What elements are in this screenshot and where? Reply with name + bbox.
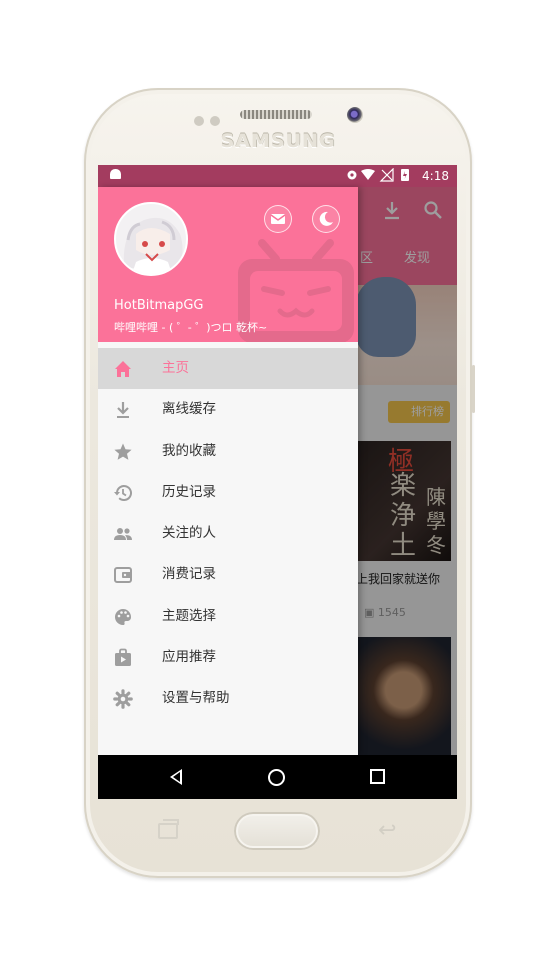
sensor-dots	[194, 111, 226, 130]
earpiece-speaker	[240, 110, 312, 119]
palette-icon	[115, 608, 132, 625]
menu-item-label: 消费记录	[162, 566, 216, 583]
brand-logo: SAMSUNG	[220, 130, 336, 152]
night-mode-button[interactable]	[312, 205, 340, 233]
mail-icon	[270, 214, 286, 224]
gear-icon	[113, 689, 133, 710]
hardware-recents-key[interactable]	[158, 819, 179, 839]
system-nav-bar	[98, 755, 457, 799]
menu-item-app-recommend[interactable]: 应用推荐	[98, 637, 358, 678]
power-button	[472, 365, 475, 413]
hardware-home-button[interactable]	[234, 812, 320, 850]
star-icon	[114, 443, 132, 460]
navigation-drawer: HotBitmapGG 哔哩哔哩 - ( ゜- ゜)つロ 乾杯~ 主页 离线缓存	[98, 187, 358, 755]
menu-item-favorites[interactable]: 我的收藏	[98, 431, 358, 472]
menu-item-label: 主题选择	[162, 607, 216, 624]
username[interactable]: HotBitmapGG	[114, 298, 203, 313]
status-bar: 4:18	[98, 165, 457, 187]
recents-icon[interactable]	[370, 769, 385, 784]
menu-item-purchases[interactable]: 消费记录	[98, 554, 358, 595]
home-icon	[115, 361, 131, 377]
menu-item-label: 应用推荐	[162, 649, 216, 666]
menu-item-label: 设置与帮助	[162, 690, 230, 707]
menu-item-history[interactable]: 历史记录	[98, 472, 358, 513]
status-time: 4:18	[422, 169, 449, 183]
menu-item-following[interactable]: 关注的人	[98, 513, 358, 554]
drawer-header: HotBitmapGG 哔哩哔哩 - ( ゜- ゜)つロ 乾杯~	[98, 187, 358, 342]
front-camera	[347, 107, 363, 123]
moon-icon	[319, 211, 333, 226]
menu-item-label: 我的收藏	[162, 442, 216, 459]
menu-item-label: 关注的人	[162, 525, 216, 542]
menu-item-offline-cache[interactable]: 离线缓存	[98, 389, 358, 430]
avatar[interactable]	[114, 202, 188, 276]
menu-item-home[interactable]: 主页	[98, 348, 358, 390]
drawer-menu: 主页 离线缓存 我的收藏 历史记录 关注的人 消费记录 主题选择 应用推荐 设置…	[98, 348, 358, 720]
menu-item-themes[interactable]: 主题选择	[98, 596, 358, 637]
home-circle-icon[interactable]	[268, 769, 285, 786]
message-button[interactable]	[264, 205, 292, 233]
status-icons	[347, 167, 417, 185]
back-icon[interactable]	[170, 769, 182, 785]
menu-item-label: 主页	[162, 360, 189, 376]
hardware-back-key[interactable]: ↩	[378, 818, 396, 843]
phone-screen: 区 发现 排行榜 極 楽浄土 陳學冬 上我回家就送你 ▣ 1545 4:18 H…	[98, 165, 457, 799]
history-icon	[114, 484, 132, 501]
user-signature: 哔哩哔哩 - ( ゜- ゜)つロ 乾杯~	[114, 321, 268, 334]
people-icon	[114, 528, 132, 541]
menu-item-settings[interactable]: 设置与帮助	[98, 678, 358, 719]
wallet-icon	[114, 567, 132, 584]
android-notification-icon	[110, 169, 121, 179]
menu-item-label: 离线缓存	[162, 401, 216, 418]
app-store-icon	[115, 648, 131, 667]
download-icon	[117, 402, 129, 419]
menu-item-label: 历史记录	[162, 483, 216, 500]
